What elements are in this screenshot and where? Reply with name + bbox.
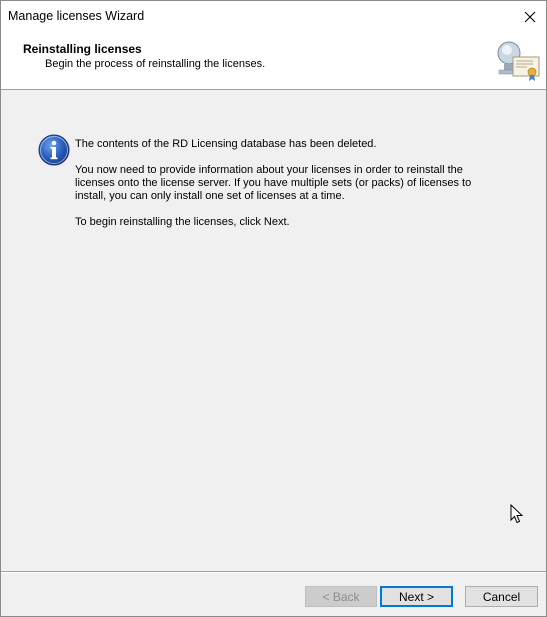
window-title: Manage licenses Wizard	[8, 9, 145, 23]
next-button[interactable]: Next >	[380, 586, 453, 607]
wizard-window: Manage licenses Wizard Reinstalling lice…	[0, 0, 547, 617]
header-title: Reinstalling licenses	[23, 42, 142, 56]
mouse-cursor-icon	[510, 504, 524, 524]
header-subtitle: Begin the process of reinstalling the li…	[45, 58, 266, 70]
close-button[interactable]	[514, 1, 546, 32]
message-deleted: The contents of the RD Licensing databas…	[75, 138, 377, 150]
license-certificate-icon	[497, 41, 540, 81]
wizard-header: Reinstalling licenses Begin the process …	[1, 32, 546, 90]
back-button[interactable]: < Back	[305, 586, 377, 607]
close-icon	[524, 11, 536, 22]
info-icon	[38, 134, 70, 166]
footer-separator	[1, 571, 546, 573]
title-bar: Manage licenses Wizard	[1, 1, 546, 32]
cancel-button[interactable]: Cancel	[465, 586, 538, 607]
message-instructions: You now need to provide information abou…	[75, 164, 472, 202]
message-click-next: To begin reinstalling the licenses, clic…	[75, 216, 290, 228]
